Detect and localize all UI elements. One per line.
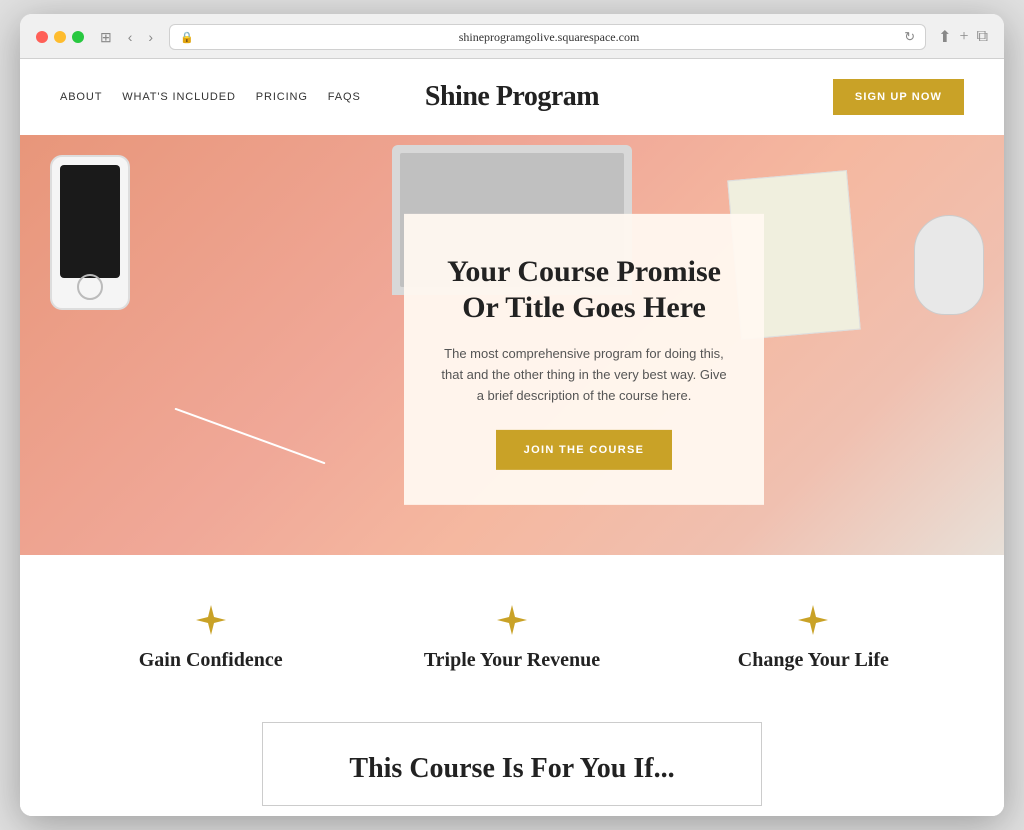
- tabs-icon[interactable]: ⧉: [977, 28, 988, 46]
- nav-link-about[interactable]: ABOUT: [60, 91, 102, 103]
- new-tab-icon[interactable]: +: [960, 28, 969, 46]
- course-for-you-box: This Course Is For You If...: [262, 722, 762, 806]
- navbar: ABOUT WHAT'S INCLUDED PRICING FAQS Shine…: [20, 59, 1004, 135]
- features-section: Gain Confidence Triple Your Revenue Chan…: [20, 555, 1004, 702]
- feature-item-confidence: Gain Confidence: [81, 605, 341, 672]
- signup-button[interactable]: SIGN UP NOW: [833, 79, 964, 115]
- window-grid-button[interactable]: ⊞: [96, 27, 116, 48]
- nav-link-faqs[interactable]: FAQS: [328, 91, 361, 103]
- dot-minimize[interactable]: [54, 31, 66, 43]
- feature-label-3: Change Your Life: [738, 649, 889, 671]
- back-button[interactable]: ‹: [124, 27, 137, 47]
- page-content: ABOUT WHAT'S INCLUDED PRICING FAQS Shine…: [20, 59, 1004, 816]
- dot-close[interactable]: [36, 31, 48, 43]
- address-bar[interactable]: 🔒 shineprogramgolive.squarespace.com ↻: [169, 24, 926, 50]
- feature-label-1: Gain Confidence: [139, 649, 283, 671]
- browser-dots: [36, 31, 84, 43]
- hero-mouse-decoration: [914, 215, 984, 315]
- browser-window: ⊞ ‹ › 🔒 shineprogramgolive.squarespace.c…: [20, 14, 1004, 816]
- refresh-icon[interactable]: ↻: [904, 29, 915, 45]
- forward-button[interactable]: ›: [144, 27, 157, 47]
- star-icon-1: [196, 605, 226, 635]
- hero-card-title: Your Course Promise Or Title Goes Here: [439, 254, 729, 326]
- course-for-you-title: This Course Is For You If...: [303, 753, 721, 785]
- browser-controls: ⊞ ‹ ›: [96, 27, 157, 48]
- nav-link-pricing[interactable]: PRICING: [256, 91, 308, 103]
- dot-maximize[interactable]: [72, 31, 84, 43]
- feature-item-revenue: Triple Your Revenue: [382, 605, 642, 672]
- lock-icon: 🔒: [180, 31, 194, 44]
- feature-item-life: Change Your Life: [683, 605, 943, 672]
- browser-actions: ⬆ + ⧉: [938, 27, 988, 47]
- nav-link-whats-included[interactable]: WHAT'S INCLUDED: [122, 91, 236, 103]
- hero-earbuds-decoration: [170, 375, 330, 495]
- course-for-you-section: This Course Is For You If...: [20, 702, 1004, 816]
- hero-section: Your Course Promise Or Title Goes Here T…: [20, 135, 1004, 555]
- address-url: shineprogramgolive.squarespace.com: [200, 30, 898, 45]
- join-course-button[interactable]: JOIN THE COURSE: [496, 430, 673, 470]
- nav-links: ABOUT WHAT'S INCLUDED PRICING FAQS: [60, 91, 361, 103]
- hero-card: Your Course Promise Or Title Goes Here T…: [404, 214, 764, 505]
- star-icon-3: [798, 605, 828, 635]
- star-icon-2: [497, 605, 527, 635]
- hero-card-subtitle: The most comprehensive program for doing…: [439, 344, 729, 406]
- hero-phone-decoration: [50, 155, 130, 310]
- browser-chrome: ⊞ ‹ › 🔒 shineprogramgolive.squarespace.c…: [20, 14, 1004, 59]
- feature-label-2: Triple Your Revenue: [424, 649, 600, 671]
- site-title: Shine Program: [425, 81, 599, 113]
- share-icon[interactable]: ⬆: [938, 27, 951, 47]
